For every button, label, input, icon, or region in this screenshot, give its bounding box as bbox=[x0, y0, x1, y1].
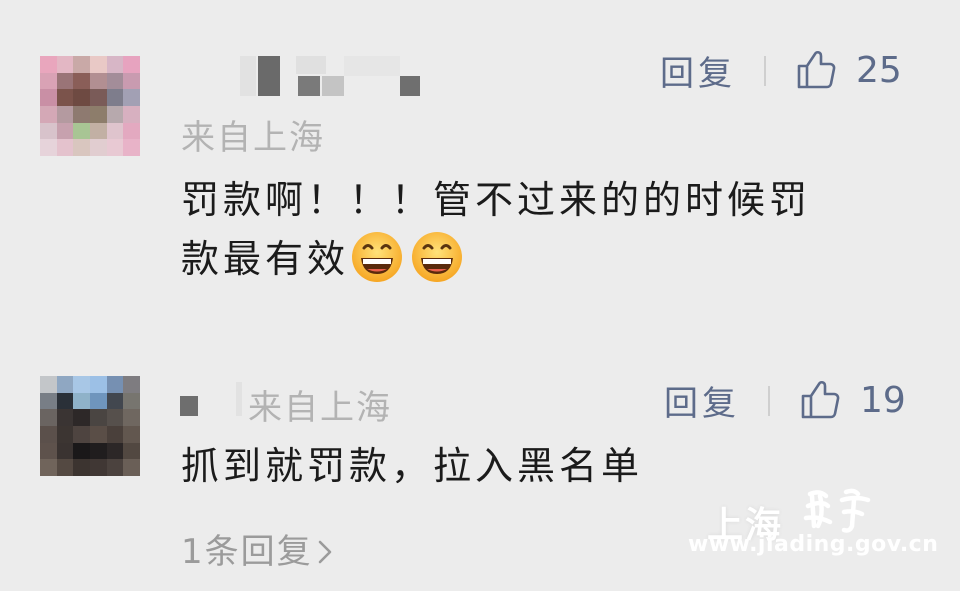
comment-1: 来自上海 回复 25 罚款啊！！！管不过来的的时候罚 款最有效 bbox=[0, 0, 960, 310]
thumbs-up-icon bbox=[800, 378, 842, 424]
comment-text-line-2: 款最有效 bbox=[181, 228, 921, 287]
avatar[interactable] bbox=[40, 376, 140, 476]
grinning-face-emoji bbox=[409, 228, 465, 284]
nickname-pixelated[interactable] bbox=[240, 52, 430, 96]
comment-actions: 回复 25 bbox=[660, 46, 902, 95]
grinning-face-emoji bbox=[349, 228, 405, 284]
divider bbox=[764, 55, 766, 86]
chevron-right-icon bbox=[317, 534, 333, 574]
location-label: 来自上海 bbox=[248, 388, 392, 428]
location-label: 来自上海 bbox=[181, 118, 325, 158]
comment-text-line: 罚款啊！！！管不过来的的时候罚 bbox=[181, 178, 812, 222]
like-count: 25 bbox=[856, 50, 902, 91]
reply-button[interactable]: 回复 bbox=[660, 46, 736, 95]
like-button[interactable]: 25 bbox=[796, 48, 902, 94]
reply-button[interactable]: 回复 bbox=[664, 376, 740, 425]
comment-actions: 回复 19 bbox=[664, 376, 906, 425]
like-count: 19 bbox=[860, 380, 906, 421]
nickname-pixelated[interactable] bbox=[180, 382, 242, 422]
view-replies-label: 1条回复 bbox=[181, 532, 313, 572]
like-button[interactable]: 19 bbox=[800, 378, 906, 424]
comment-text: 罚款啊！！！管不过来的的时候罚 款最有效 bbox=[181, 172, 921, 287]
watermark-logo bbox=[802, 484, 882, 538]
comment-text-fragment: 款最有效 bbox=[181, 237, 350, 281]
view-replies-link[interactable]: 1条回复 bbox=[181, 524, 333, 574]
divider bbox=[768, 385, 770, 416]
watermark-url: www.jiading.gov.cn bbox=[688, 532, 939, 557]
thumbs-up-icon bbox=[796, 48, 838, 94]
avatar[interactable] bbox=[40, 56, 140, 156]
